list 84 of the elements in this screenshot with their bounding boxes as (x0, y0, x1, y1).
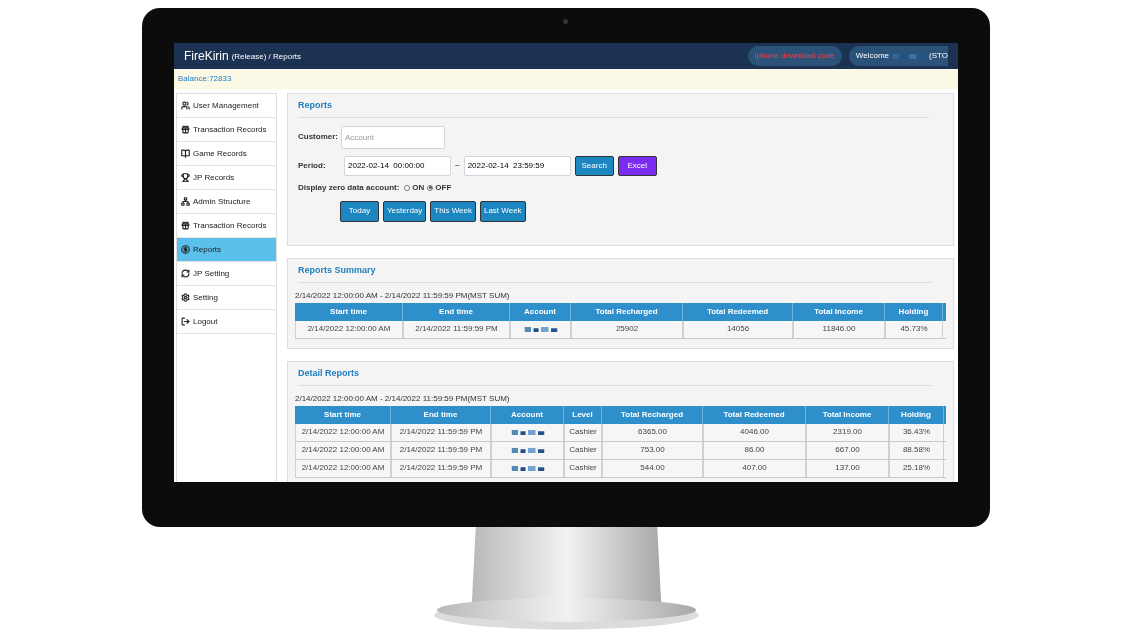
quick-range-button[interactable]: Yesterday (383, 200, 427, 222)
period-end-field[interactable]: 2022-02-14 23:59:59 (463, 155, 571, 176)
dollar-icon (181, 245, 190, 254)
detail-cell: 2/14/2022 11:59:59 PM (391, 441, 491, 459)
detail-cell: 753.00 (602, 441, 703, 459)
summary-cell: 2/14/2022 12:00:00 AM (295, 320, 403, 338)
redacted-icon (523, 326, 558, 332)
detail-cell: 2/14/2022 12:00:00 AM (295, 441, 391, 459)
detail-cell: Cashier (564, 423, 602, 441)
detail-cell: 25.18% (889, 459, 944, 477)
customer-label: Customer: (298, 131, 338, 143)
period-label: Period: (298, 159, 327, 172)
summary-cell: 14056 (683, 320, 793, 338)
detail-cell: 407.00 (703, 459, 806, 477)
range-separator: ~ (455, 159, 460, 172)
radio-option[interactable]: ON (404, 181, 425, 194)
column-header: Total Recharged (571, 302, 683, 321)
excel-button[interactable]: Excel (617, 155, 657, 176)
detail-cell: 2/14/2022 12:00:00 AM (295, 423, 391, 441)
detail-cell: 36.43% (889, 423, 944, 441)
column-header: Account (510, 302, 571, 321)
camera-icon (563, 19, 568, 24)
quick-range-button[interactable]: This Week (430, 200, 476, 222)
trophy-icon (181, 173, 190, 182)
detail-cell: 544.00 (602, 459, 703, 477)
search-button[interactable]: Search (574, 155, 614, 176)
summary-cell: 25902 (571, 320, 683, 338)
quick-range-button[interactable]: Today (340, 200, 379, 222)
column-header: End time (403, 302, 510, 321)
network-icon (181, 197, 190, 206)
summary-cell: 45.73% (885, 320, 943, 338)
panel-title: Reports Summary (298, 264, 932, 283)
summary-cell: 2/14/2022 11:59:59 PM (403, 320, 510, 338)
column-header: Total Recharged (602, 405, 703, 424)
period-start-field[interactable]: 2022-02-14 00:00:00 (344, 155, 451, 176)
app-title: FireKirin (184, 48, 229, 65)
zero-data-label: Display zero data account: (298, 181, 400, 194)
column-header: Holding (885, 302, 943, 321)
detail-cell: 2319.00 (806, 423, 889, 441)
detail-cell: 2/14/2022 12:00:00 AM (295, 459, 391, 477)
users-icon (181, 101, 190, 110)
welcome-name: (STO (929, 50, 948, 62)
column-header: Total Redeemed (683, 302, 793, 321)
redacted-icon (510, 465, 545, 471)
date-range: 2/14/2022 12:00:00 AM - 2/14/2022 11:59:59 PM(MST SUM) (295, 392, 511, 405)
detail-cell: 88.58% (889, 441, 944, 459)
settings-icon (181, 293, 190, 302)
breadcrumb: (Release) / Reports (231, 50, 302, 63)
gift-icon (181, 125, 190, 134)
redacted-icon (892, 53, 927, 59)
detail-cell: 6365.00 (602, 423, 703, 441)
column-header: Total Income (793, 302, 885, 321)
summary-cell: 11846.00 (793, 320, 885, 338)
customer-field[interactable]: Account (341, 125, 445, 149)
column-header: Total Redeemed (703, 405, 806, 424)
column-header: End time (391, 405, 491, 424)
column-header: Start time (295, 302, 403, 321)
detail-cell: Cashier (564, 441, 602, 459)
detail-cell: 2/14/2022 11:59:59 PM (391, 459, 491, 477)
column-header: Holding (889, 405, 944, 424)
column-header: Level (564, 405, 602, 424)
detail-cell: 2/14/2022 11:59:59 PM (391, 423, 491, 441)
welcome-text: Welcome (855, 50, 890, 62)
detail-cell: 86.00 (703, 441, 806, 459)
column-header: Start time (295, 405, 391, 424)
sidebar-item[interactable]: Reports (177, 238, 276, 262)
balance-text: Balance:72833 (178, 73, 232, 85)
redacted-icon (510, 447, 545, 453)
detail-cell: Cashier (564, 459, 602, 477)
redacted-icon (510, 429, 545, 435)
detail-cell: 667.00 (806, 441, 889, 459)
panel-title: Detail Reports (298, 367, 932, 386)
detail-cell: 4046.00 (703, 423, 806, 441)
radio-option[interactable]: OFF (427, 181, 452, 194)
logout-icon (181, 317, 190, 326)
refresh-icon (181, 269, 190, 278)
date-range: 2/14/2022 12:00:00 AM - 2/14/2022 11:59:59 PM(MST SUM) (295, 289, 511, 302)
gift-icon (181, 221, 190, 230)
quick-range-button[interactable]: Last Week (479, 200, 526, 222)
panel-title: Reports (298, 99, 929, 118)
column-header: Total Income (806, 405, 889, 424)
detail-cell: 137.00 (806, 459, 889, 477)
book-icon (181, 149, 190, 158)
column-header: Account (491, 405, 564, 424)
